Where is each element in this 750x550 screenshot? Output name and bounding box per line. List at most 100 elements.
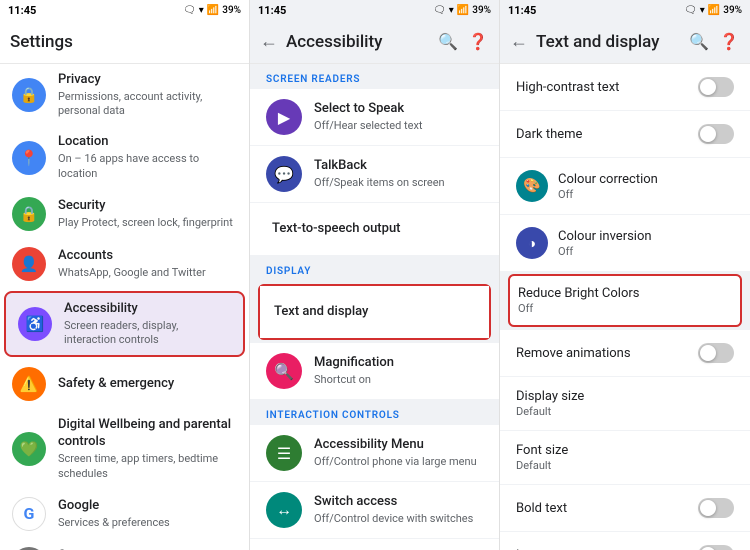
wifi-icon-3: ▾ (700, 5, 705, 16)
dark-theme-title: Dark theme (516, 127, 582, 142)
safety-title: Safety & emergency (58, 376, 237, 393)
location-title: Location (58, 134, 237, 151)
high-contrast-title: High-contrast text (516, 80, 619, 95)
acc-item-select-to-speak[interactable]: ▶ Select to Speak Off/Hear selected text (250, 89, 499, 145)
accessibility-subtitle: Screen readers, display, interaction con… (64, 319, 231, 348)
item-font-size[interactable]: Font size Default (500, 431, 750, 484)
search-icon-3[interactable]: 🔍 (688, 31, 710, 53)
help-icon-2[interactable]: ❓ (467, 31, 489, 53)
item-large-mouse[interactable]: Large mouse cursor (500, 532, 750, 550)
acc-item-switch-access[interactable]: ↔ Switch access Off/Control device with … (250, 482, 499, 538)
privacy-subtitle: Permissions, account activity, personal … (58, 90, 237, 119)
back-arrow-2[interactable]: ← (260, 31, 278, 52)
acc-menu-title: Accessibility Menu (314, 437, 483, 454)
location-subtitle: On – 16 apps have access to location (58, 152, 237, 181)
section-interaction: INTERACTION CONTROLS (250, 400, 499, 425)
magnification-title: Magnification (314, 355, 483, 372)
acc-item-acc-menu[interactable]: ☰ Accessibility Menu Off/Control phone v… (250, 425, 499, 481)
text-display-header: ← Text and display 🔍 ❓ (500, 20, 750, 64)
colour-correction-icon: 🎨 (516, 170, 548, 202)
item-colour-inversion[interactable]: ◑ Colour inversion Off (500, 215, 750, 271)
accounts-icon: 👤 (12, 247, 46, 281)
remove-animations-toggle[interactable] (698, 343, 734, 363)
section-display: DISPLAY (250, 256, 499, 281)
colour-inversion-icon: ◑ (516, 227, 548, 259)
back-arrow-3[interactable]: ← (510, 31, 528, 52)
acc-item-tts[interactable]: Text-to-speech output (250, 203, 499, 255)
status-icons-2: 🗨 ▾ 📶 39% (433, 5, 491, 16)
settings-item-location[interactable]: 📍 Location On – 16 apps have access to l… (0, 126, 249, 188)
text-display-title: Text and display (274, 304, 481, 321)
acc-menu-subtitle: Off/Control phone via large menu (314, 455, 483, 469)
signal-icon: 📶 (207, 5, 219, 16)
acc-item-text-display[interactable]: Text and display (258, 284, 491, 340)
magnification-subtitle: Shortcut on (314, 373, 483, 387)
wifi-icon: ▾ (199, 5, 204, 16)
reduce-bright-title: Reduce Bright Colors (518, 286, 640, 301)
help-icon-3[interactable]: ❓ (718, 31, 740, 53)
colour-correction-title: Colour correction (558, 172, 658, 187)
settings-title: Settings (10, 32, 239, 52)
panel-accessibility: 11:45 🗨 ▾ 📶 39% ← Accessibility 🔍 ❓ SCRE… (250, 0, 500, 550)
accessibility-content: SCREEN READERS ▶ Select to Speak Off/Hea… (250, 64, 499, 550)
item-colour-correction[interactable]: 🎨 Colour correction Off (500, 158, 750, 214)
select-speak-icon: ▶ (266, 99, 302, 135)
talkback-title: TalkBack (314, 158, 483, 175)
switch-access-title: Switch access (314, 494, 483, 511)
item-display-size[interactable]: Display size Default (500, 377, 750, 430)
bold-text-toggle[interactable] (698, 498, 734, 518)
time-1: 11:45 (8, 4, 36, 17)
settings-item-security[interactable]: 🔒 Security Play Protect, screen lock, fi… (0, 189, 249, 239)
acc-menu-icon: ☰ (266, 435, 302, 471)
settings-item-safety[interactable]: ⚠️ Safety & emergency (0, 359, 249, 409)
dark-theme-toggle[interactable] (698, 124, 734, 144)
security-subtitle: Play Protect, screen lock, fingerprint (58, 216, 237, 230)
switch-access-subtitle: Off/Control device with switches (314, 512, 483, 526)
time-3: 11:45 (508, 4, 536, 17)
settings-item-accessibility[interactable]: ♿ Accessibility Screen readers, display,… (4, 291, 245, 357)
acc-item-magnification[interactable]: 🔍 Magnification Shortcut on (250, 343, 499, 399)
msg-icon-3: 🗨 (684, 5, 697, 16)
wellbeing-title: Digital Wellbeing and parental controls (58, 417, 237, 451)
battery-1: 39% (222, 5, 241, 16)
settings-item-google[interactable]: G Google Services & preferences (0, 489, 249, 539)
location-icon: 📍 (12, 141, 46, 175)
bold-text-title: Bold text (516, 501, 567, 516)
settings-item-accounts[interactable]: 👤 Accounts WhatsApp, Google and Twitter (0, 239, 249, 289)
settings-item-wellbeing[interactable]: 💚 Digital Wellbeing and parental control… (0, 409, 249, 488)
battery-2: 39% (472, 5, 491, 16)
wellbeing-icon: 💚 (12, 432, 46, 466)
accessibility-icon: ♿ (18, 307, 52, 341)
talkback-icon: 💬 (266, 156, 302, 192)
display-size-title: Display size (516, 389, 584, 404)
security-icon: 🔒 (12, 197, 46, 231)
item-remove-animations[interactable]: Remove animations (500, 330, 750, 376)
security-title: Security (58, 198, 237, 215)
msg-icon-2: 🗨 (433, 5, 446, 16)
google-title: Google (58, 498, 237, 515)
talkback-subtitle: Off/Speak items on screen (314, 176, 483, 190)
item-high-contrast[interactable]: High-contrast text (500, 64, 750, 110)
magnification-icon: 🔍 (266, 353, 302, 389)
reduce-bright-subtitle: Off (518, 302, 640, 315)
item-reduce-bright-colors[interactable]: Reduce Bright Colors Off (508, 274, 742, 327)
settings-item-system[interactable]: ⚙️ System Languages, gestures, time, bac… (0, 539, 249, 550)
text-display-content: High-contrast text Dark theme 🎨 Colour c… (500, 64, 750, 550)
item-bold-text[interactable]: Bold text (500, 485, 750, 531)
search-icon-2[interactable]: 🔍 (437, 31, 459, 53)
font-size-subtitle: Default (516, 459, 568, 472)
colour-correction-subtitle: Off (558, 188, 658, 201)
wellbeing-subtitle: Screen time, app timers, bedtime schedul… (58, 452, 237, 481)
settings-item-privacy[interactable]: 🔒 Privacy Permissions, account activity,… (0, 64, 249, 126)
google-icon: G (12, 497, 46, 531)
item-dark-theme[interactable]: Dark theme (500, 111, 750, 157)
panel-settings: 11:45 🗨 ▾ 📶 39% Settings 🔒 Privacy Permi… (0, 0, 250, 550)
accounts-title: Accounts (58, 248, 237, 265)
acc-item-talkback[interactable]: 💬 TalkBack Off/Speak items on screen (250, 146, 499, 202)
display-size-subtitle: Default (516, 405, 584, 418)
high-contrast-toggle[interactable] (698, 77, 734, 97)
acc-item-tap-assist[interactable]: Tap assistance (250, 539, 499, 550)
select-speak-subtitle: Off/Hear selected text (314, 119, 483, 133)
large-mouse-toggle[interactable] (698, 545, 734, 550)
colour-inversion-title: Colour inversion (558, 229, 652, 244)
